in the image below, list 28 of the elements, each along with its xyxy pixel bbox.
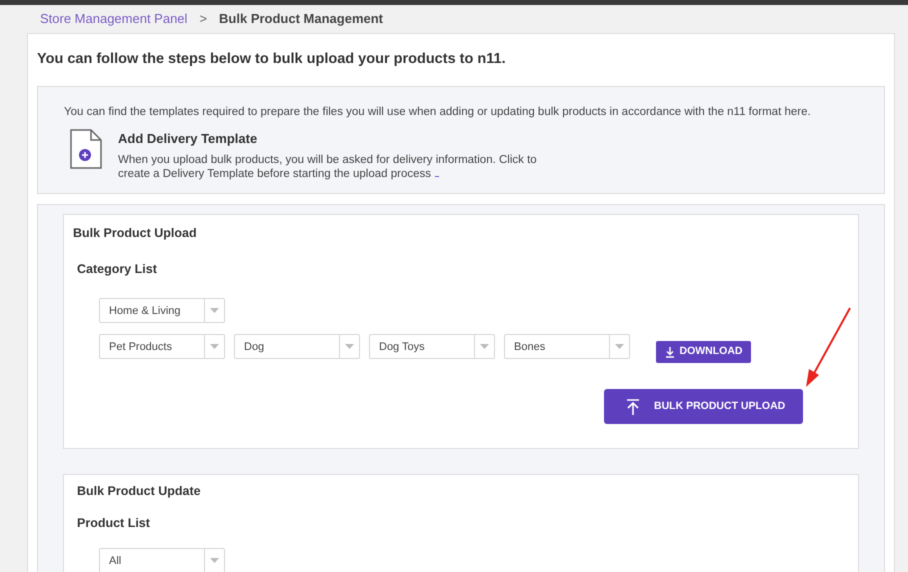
- card-title: Bulk Product Update: [77, 482, 202, 500]
- dropdown-caret-icon: [615, 344, 624, 350]
- breadcrumb-current: Bulk Product Management: [219, 10, 383, 28]
- section-label: Product List: [77, 514, 151, 532]
- dropdown[interactable]: Bones: [504, 334, 630, 360]
- section-label: Category List: [77, 260, 158, 278]
- download-button[interactable]: DOWNLOAD: [656, 341, 751, 364]
- download-icon: [664, 346, 674, 358]
- dropdown-caret-icon: [480, 344, 489, 350]
- dropdown-caret-icon: [210, 558, 219, 564]
- delivery-template-description: When you upload bulk products, you will be asked for delivery information. Click to create a Delivery Template before starting the upload process: [118, 152, 538, 180]
- page-heading: You can follow the steps below to bulk upload your products to n11.: [37, 50, 507, 69]
- dropdown-caret-icon: [210, 308, 219, 314]
- dropdown[interactable]: Home & Living: [99, 298, 225, 324]
- breadcrumb-link[interactable]: Store Management Panel: [40, 9, 188, 29]
- dropdown[interactable]: Dog: [234, 334, 360, 360]
- dropdown[interactable]: All: [99, 548, 225, 572]
- document-add-icon[interactable]: [70, 129, 102, 169]
- card-title: Bulk Product Upload: [73, 224, 198, 242]
- delivery-template-title: Add Delivery Template: [118, 130, 258, 148]
- upload-icon: [626, 398, 640, 415]
- breadcrumb-separator: >: [199, 10, 208, 28]
- dropdown-caret-icon: [345, 344, 354, 350]
- dropdown-caret-icon: [210, 344, 219, 350]
- dropdown[interactable]: Dog Toys: [369, 334, 495, 360]
- info-text: You can find the templates required to prepare the files you will use when adding or updating bulk products in accordance with the n11 format here.: [64, 104, 812, 120]
- dropdown[interactable]: Pet Products: [99, 334, 225, 360]
- bulk-upload-button[interactable]: BULK PRODUCT UPLOAD: [604, 389, 803, 424]
